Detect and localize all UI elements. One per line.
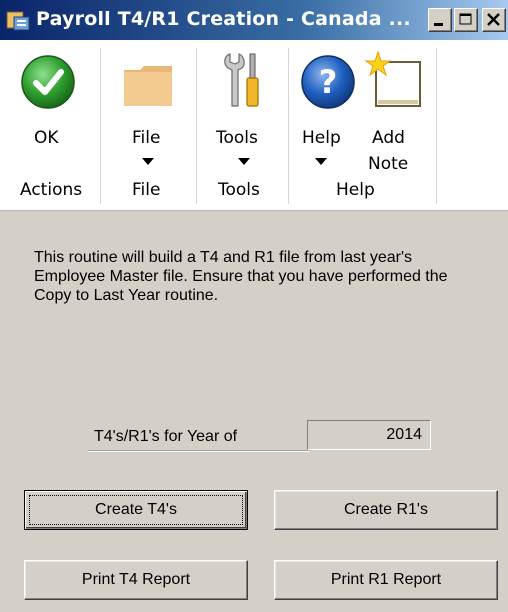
ok-button[interactable]: OK [14, 48, 84, 172]
print-r1-label: Print R1 Report [330, 571, 442, 588]
tools-label: Tools [216, 128, 258, 148]
maximize-icon [459, 13, 472, 25]
add-note-icon [364, 50, 421, 107]
create-t4-button[interactable]: Create T4's [24, 490, 248, 530]
help-menu-button[interactable]: ? Help [294, 48, 360, 172]
file-label: File [132, 128, 161, 148]
print-t4-report-button[interactable]: Print T4 Report [24, 560, 248, 600]
folder-icon [124, 66, 172, 106]
chevron-down-icon [238, 158, 250, 165]
add-note-button[interactable]: Add Note [362, 48, 428, 174]
close-icon [487, 13, 500, 26]
ribbon-toolbar: OK File Tools ? Help Add Note Actions Fi… [0, 40, 508, 211]
chevron-down-icon [142, 158, 154, 165]
create-r1-label: Create R1's [344, 501, 428, 518]
add-note-label-line2: Note [368, 154, 409, 174]
group-divider [100, 48, 101, 204]
window-title: Payroll T4/R1 Creation - Canada ... [36, 8, 411, 30]
close-button[interactable] [482, 8, 506, 32]
year-label-divider [88, 450, 310, 452]
routine-description: This routine will build a T4 and R1 file… [34, 249, 448, 304]
year-label: T4's/R1's for Year of [94, 428, 238, 445]
svg-text:?: ? [319, 63, 338, 101]
create-r1-button[interactable]: Create R1's [274, 490, 498, 530]
group-divider [288, 48, 289, 204]
group-divider [196, 48, 197, 204]
year-field[interactable]: 2014 [307, 420, 431, 450]
tools-icon [224, 53, 259, 107]
payroll-t4-r1-window: Payroll T4/R1 Creation - Canada ... OK F… [0, 0, 508, 612]
title-bar[interactable]: Payroll T4/R1 Creation - Canada ... [0, 0, 508, 40]
check-circle-icon [21, 55, 75, 109]
print-r1-report-button[interactable]: Print R1 Report [274, 560, 498, 600]
group-divider [436, 48, 437, 204]
maximize-button[interactable] [454, 8, 478, 32]
file-menu-button[interactable]: File [110, 48, 186, 172]
app-icon [6, 11, 30, 31]
chevron-down-icon [315, 158, 327, 165]
minimize-button[interactable] [428, 8, 452, 32]
group-label-tools: Tools [218, 180, 260, 200]
minimize-icon [434, 23, 443, 26]
ok-label: OK [34, 128, 59, 148]
group-label-help: Help [336, 180, 375, 200]
help-label: Help [302, 128, 341, 148]
group-label-actions: Actions [20, 180, 83, 200]
group-label-file: File [132, 180, 161, 200]
create-t4-label: Create T4's [95, 501, 177, 518]
help-icon: ? [301, 55, 355, 109]
add-note-label-line1: Add [372, 128, 405, 148]
print-t4-label: Print T4 Report [81, 571, 191, 588]
tools-menu-button[interactable]: Tools [206, 48, 282, 172]
